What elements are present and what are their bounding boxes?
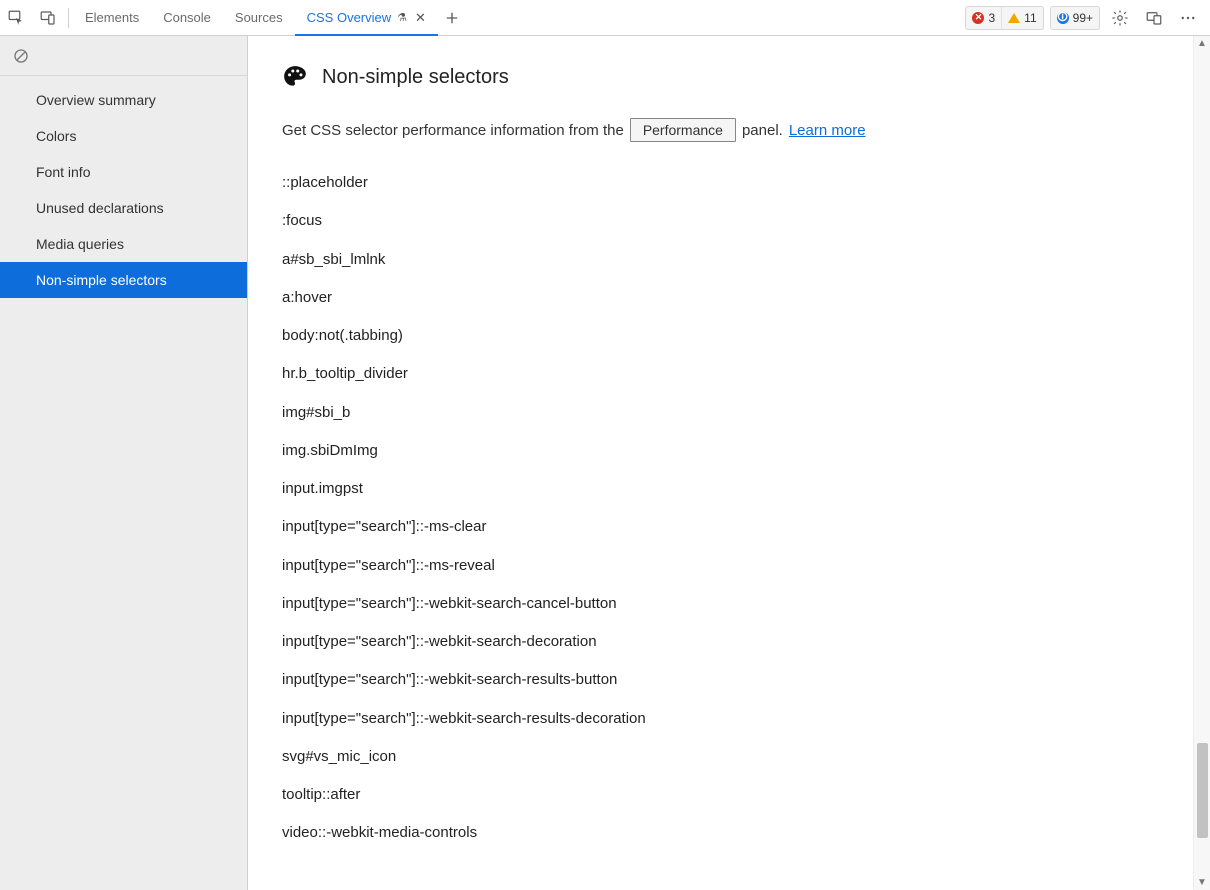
info-chip[interactable]: 🛈 99+	[1051, 6, 1099, 30]
selector-item[interactable]: a:hover	[282, 279, 912, 317]
tab-label: Console	[163, 10, 211, 25]
selector-item[interactable]: a#sb_sbi_lmlnk	[282, 241, 912, 279]
panel-tabs: Elements Console Sources CSS Overview ⚗ ✕	[73, 0, 438, 36]
scroll-thumb[interactable]	[1197, 743, 1208, 838]
settings-button[interactable]	[1106, 4, 1134, 32]
toolbar-left: Elements Console Sources CSS Overview ⚗ ✕	[0, 0, 466, 35]
sidebar-item-colors[interactable]: Colors	[0, 118, 247, 154]
scroll-track[interactable]	[1194, 51, 1210, 875]
performance-panel-button[interactable]: Performance	[630, 118, 736, 142]
tab-sources[interactable]: Sources	[223, 0, 295, 36]
info-line: Get CSS selector performance information…	[282, 118, 1193, 142]
section-title: Non-simple selectors	[322, 66, 509, 89]
selector-list: ::placeholder:focusa#sb_sbi_lmlnka:hover…	[282, 164, 912, 853]
error-icon: ✕	[972, 12, 984, 24]
selector-item[interactable]: input[type="search"]::-ms-clear	[282, 508, 912, 546]
inspect-element-icon[interactable]	[0, 0, 32, 36]
selector-item[interactable]: input[type="search"]::-webkit-search-can…	[282, 585, 912, 623]
info-chipgroup[interactable]: 🛈 99+	[1050, 6, 1100, 30]
selector-item[interactable]: :focus	[282, 202, 912, 240]
device-toolbar-icon[interactable]	[32, 0, 64, 36]
issues-chipgroup[interactable]: ✕ 3 11	[965, 6, 1043, 30]
selector-item[interactable]: hr.b_tooltip_divider	[282, 355, 912, 393]
sidebar-item-font-info[interactable]: Font info	[0, 154, 247, 190]
sidebar-header[interactable]	[0, 36, 247, 76]
warnings-chip[interactable]: 11	[1001, 6, 1042, 30]
add-tab-button[interactable]	[438, 0, 466, 36]
selector-item[interactable]: svg#vs_mic_icon	[282, 738, 912, 776]
vertical-scrollbar[interactable]: ▲ ▼	[1193, 36, 1210, 890]
devtools-toolbar: Elements Console Sources CSS Overview ⚗ ✕ ✕ 3…	[0, 0, 1210, 36]
section-header: Non-simple selectors	[282, 64, 1193, 90]
sidebar-item-overview-summary[interactable]: Overview summary	[0, 82, 247, 118]
sidebar-item-media-queries[interactable]: Media queries	[0, 226, 247, 262]
more-options-button[interactable]	[1174, 4, 1202, 32]
sidebar-item-non-simple-selectors[interactable]: Non-simple selectors	[0, 262, 247, 298]
sidebar-item-unused-declarations[interactable]: Unused declarations	[0, 190, 247, 226]
tab-elements[interactable]: Elements	[73, 0, 151, 36]
info-post-text: panel.	[742, 122, 783, 139]
toolbar-right: ✕ 3 11 🛈 99+	[965, 0, 1210, 35]
tab-label: Elements	[85, 10, 139, 25]
experimental-icon: ⚗	[397, 11, 407, 24]
info-pre-text: Get CSS selector performance information…	[282, 122, 624, 139]
tab-label: Sources	[235, 10, 283, 25]
sidebar-list: Overview summaryColorsFont infoUnused de…	[0, 76, 247, 298]
selector-item[interactable]: input[type="search"]::-webkit-search-dec…	[282, 623, 912, 661]
toolbar-divider	[68, 8, 69, 28]
tab-css-overview[interactable]: CSS Overview ⚗ ✕	[295, 0, 438, 36]
panel-body: Overview summaryColorsFont infoUnused de…	[0, 36, 1210, 890]
errors-count: 3	[988, 11, 995, 25]
errors-chip[interactable]: ✕ 3	[966, 6, 1001, 30]
tab-console[interactable]: Console	[151, 0, 223, 36]
selector-item[interactable]: tooltip::after	[282, 776, 912, 814]
scroll-up-arrow[interactable]: ▲	[1197, 36, 1207, 51]
close-tab-icon[interactable]: ✕	[415, 10, 426, 26]
clear-icon	[12, 47, 30, 65]
learn-more-link[interactable]: Learn more	[789, 122, 866, 139]
selector-item[interactable]: input.imgpst	[282, 470, 912, 508]
sidebar: Overview summaryColorsFont infoUnused de…	[0, 36, 248, 890]
scroll-down-arrow[interactable]: ▼	[1197, 875, 1207, 890]
selector-item[interactable]: ::placeholder	[282, 164, 912, 202]
warning-icon	[1008, 13, 1020, 23]
content-area: Non-simple selectors Get CSS selector pe…	[248, 36, 1193, 890]
warnings-count: 11	[1024, 11, 1036, 25]
palette-icon	[282, 64, 308, 90]
selector-item[interactable]: body:not(.tabbing)	[282, 317, 912, 355]
info-count: 99+	[1073, 11, 1093, 25]
tab-label: CSS Overview	[307, 10, 392, 25]
selector-item[interactable]: img.sbiDmImg	[282, 432, 912, 470]
dock-side-button[interactable]	[1140, 4, 1168, 32]
selector-item[interactable]: video::-webkit-media-controls	[282, 814, 912, 852]
selector-item[interactable]: img#sbi_b	[282, 394, 912, 432]
selector-item[interactable]: input[type="search"]::-webkit-search-res…	[282, 661, 912, 699]
selector-item[interactable]: input[type="search"]::-ms-reveal	[282, 547, 912, 585]
info-icon: 🛈	[1057, 12, 1069, 24]
main-panel: Non-simple selectors Get CSS selector pe…	[248, 36, 1210, 890]
selector-item[interactable]: input[type="search"]::-webkit-search-res…	[282, 700, 912, 738]
